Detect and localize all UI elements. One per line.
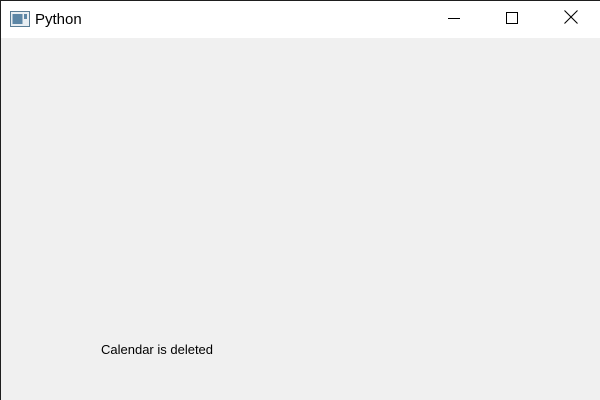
window-title: Python xyxy=(35,11,82,28)
minimize-button[interactable] xyxy=(425,1,483,38)
close-button[interactable] xyxy=(542,1,600,38)
python-window-icon[interactable] xyxy=(10,11,30,27)
minimize-icon xyxy=(448,11,460,29)
maximize-icon xyxy=(506,11,518,29)
app-window: Python Calendar is deleted xyxy=(0,0,600,400)
title-bar[interactable]: Python xyxy=(1,1,600,38)
client-area: Calendar is deleted xyxy=(1,38,600,400)
maximize-button[interactable] xyxy=(483,1,541,38)
status-label: Calendar is deleted xyxy=(101,342,214,357)
close-icon xyxy=(564,10,578,29)
